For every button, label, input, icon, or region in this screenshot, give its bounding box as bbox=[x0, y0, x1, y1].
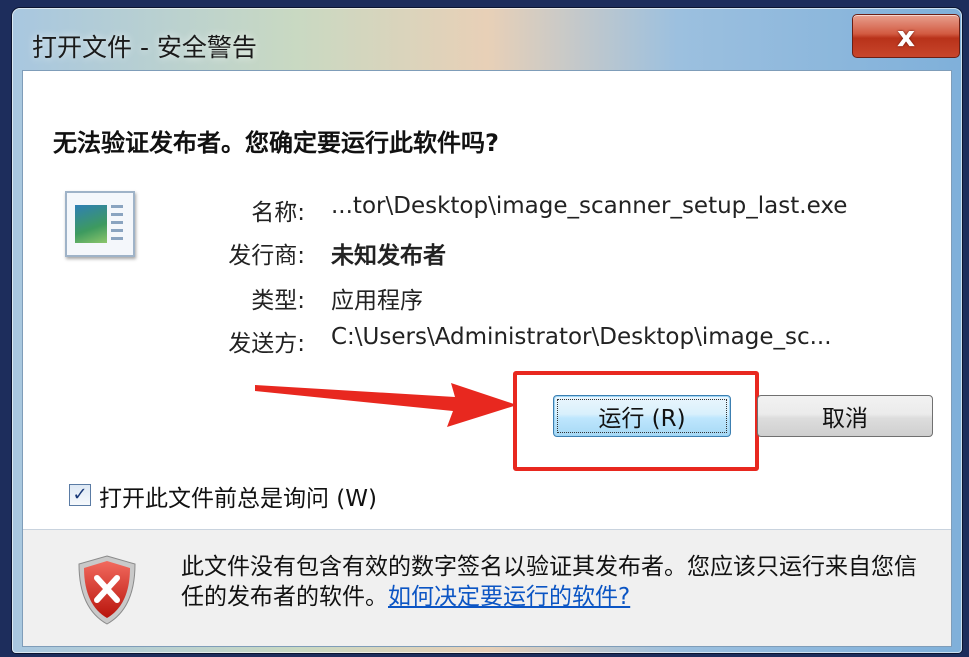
check-icon: ✓ bbox=[72, 484, 88, 505]
warning-text: 此文件没有包含有效的数字签名以验证其发布者。您应该只运行来自您信任的发布者的软件… bbox=[181, 552, 921, 612]
from-value: C:\Users\Administrator\Desktop\image_sc.… bbox=[331, 324, 832, 350]
decide-software-link[interactable]: 如何决定要运行的软件? bbox=[388, 584, 630, 610]
name-label: 名称: bbox=[251, 200, 305, 226]
publisher-label: 发行商: bbox=[228, 243, 305, 269]
cancel-button[interactable]: 取消 bbox=[757, 395, 933, 437]
close-button[interactable]: x bbox=[852, 14, 960, 58]
dialog-body: 无法验证发布者。您确定要运行此软件吗? 名称: ...tor\Desktop\i… bbox=[22, 70, 952, 647]
warning-footer: 此文件没有包含有效的数字签名以验证其发布者。您应该只运行来自您信任的发布者的软件… bbox=[23, 530, 951, 646]
name-value: ...tor\Desktop\image_scanner_setup_last.… bbox=[331, 193, 848, 219]
security-warning-window: 打开文件 - 安全警告 x 无法验证发布者。您确定要运行此软件吗? 名称: ..… bbox=[12, 8, 962, 653]
dialog-heading: 无法验证发布者。您确定要运行此软件吗? bbox=[53, 129, 499, 157]
type-value: 应用程序 bbox=[331, 288, 423, 314]
red-arrow-annotation bbox=[255, 383, 517, 427]
run-button[interactable]: 运行 (R) bbox=[553, 395, 731, 437]
window-title: 打开文件 - 安全警告 bbox=[32, 33, 257, 62]
always-ask-checkbox[interactable]: ✓ bbox=[69, 484, 91, 506]
publisher-value: 未知发布者 bbox=[331, 243, 446, 269]
type-label: 类型: bbox=[251, 288, 305, 314]
application-file-icon bbox=[65, 191, 135, 257]
always-ask-label[interactable]: 打开此文件前总是询问 (W) bbox=[99, 479, 377, 513]
close-icon: x bbox=[896, 19, 916, 53]
title-bar[interactable]: 打开文件 - 安全警告 x bbox=[12, 8, 962, 76]
security-shield-icon bbox=[78, 555, 136, 625]
from-label: 发送方: bbox=[228, 331, 305, 357]
